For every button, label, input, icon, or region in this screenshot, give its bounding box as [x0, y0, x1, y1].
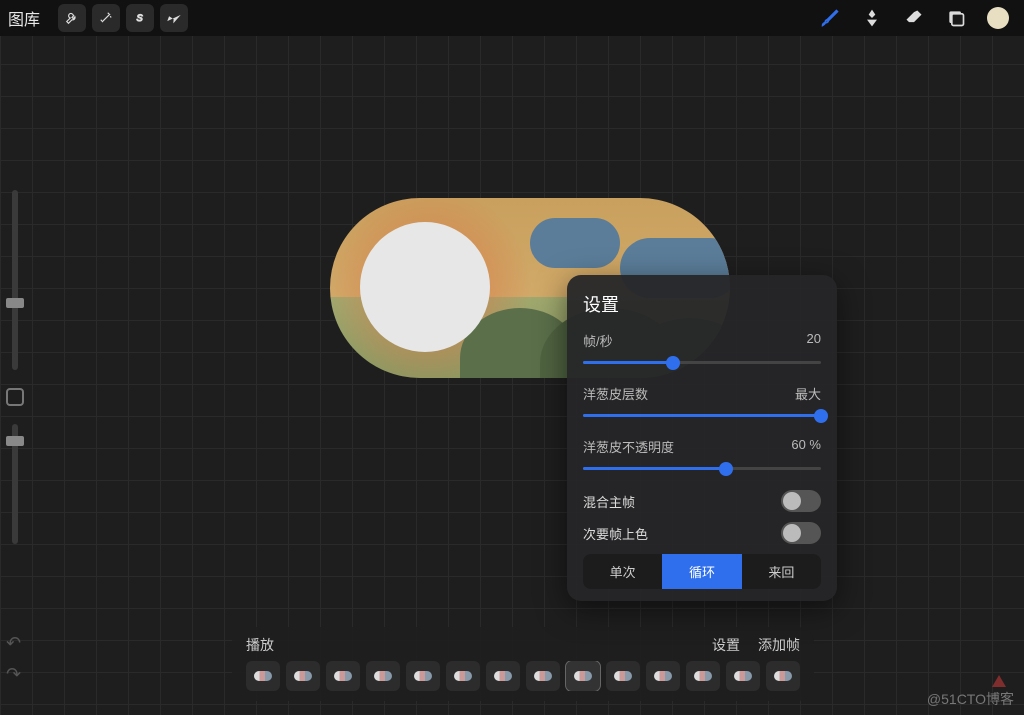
brush-icon[interactable]: [818, 6, 842, 30]
wand-icon[interactable]: [92, 4, 120, 32]
color-secondary-toggle[interactable]: [781, 522, 821, 544]
seg-loop[interactable]: 循环: [662, 554, 741, 589]
undo-redo: ↶ ↷: [6, 633, 21, 685]
frame-thumb[interactable]: [486, 661, 520, 691]
blend-primary-label: 混合主帧: [583, 492, 635, 511]
animation-settings-popover: 设置 帧/秒 20 洋葱皮层数 最大 洋葱皮不透明度 60 % 混合主帧 次要: [567, 275, 837, 601]
onion-layers-label: 洋葱皮层数: [583, 384, 648, 403]
top-toolbar: 图库 S: [0, 0, 1024, 36]
blend-primary-toggle[interactable]: [781, 490, 821, 512]
onion-opacity-value: 60 %: [791, 437, 821, 456]
svg-text:S: S: [137, 13, 144, 23]
playback-mode-segment: 单次 循环 来回: [583, 554, 821, 589]
fps-slider[interactable]: [583, 356, 821, 370]
seg-once[interactable]: 单次: [583, 554, 662, 589]
undo-icon[interactable]: ↶: [6, 633, 21, 654]
frame-thumb[interactable]: [606, 661, 640, 691]
selection-icon[interactable]: S: [126, 4, 154, 32]
eraser-icon[interactable]: [902, 6, 926, 30]
move-icon[interactable]: [160, 4, 188, 32]
popover-title: 设置: [583, 291, 821, 317]
frame-thumb[interactable]: [286, 661, 320, 691]
frame-thumb[interactable]: [686, 661, 720, 691]
timeline-settings-button[interactable]: 设置: [712, 635, 740, 655]
color-swatch[interactable]: [986, 6, 1010, 30]
smudge-icon[interactable]: [860, 6, 884, 30]
onion-layers-value: 最大: [795, 384, 821, 403]
play-button[interactable]: 播放: [246, 635, 274, 655]
frame-thumb[interactable]: [526, 661, 560, 691]
gallery-button[interactable]: 图库: [8, 6, 40, 30]
redo-icon[interactable]: ↷: [6, 664, 21, 685]
frames-strip[interactable]: [246, 661, 800, 691]
onion-opacity-slider[interactable]: [583, 462, 821, 476]
layers-icon[interactable]: [944, 6, 968, 30]
frame-thumb[interactable]: [766, 661, 800, 691]
frame-thumb[interactable]: [646, 661, 680, 691]
fps-label: 帧/秒: [583, 331, 613, 350]
seg-pingpong[interactable]: 来回: [742, 554, 821, 589]
add-frame-button[interactable]: 添加帧: [758, 635, 800, 655]
wrench-icon[interactable]: [58, 4, 86, 32]
onion-opacity-label: 洋葱皮不透明度: [583, 437, 674, 456]
watermark: @51CTO博客: [927, 689, 1014, 709]
frame-thumb[interactable]: [566, 661, 600, 691]
animation-timeline: 播放 设置 添加帧: [232, 627, 814, 701]
onion-layers-slider[interactable]: [583, 409, 821, 423]
side-panel: [0, 190, 30, 544]
brush-size-slider[interactable]: [12, 190, 18, 370]
watermark-triangle: [992, 675, 1006, 687]
color-secondary-label: 次要帧上色: [583, 524, 648, 543]
frame-thumb[interactable]: [406, 661, 440, 691]
color-picker-toggle[interactable]: [6, 388, 24, 406]
fps-value: 20: [807, 331, 821, 350]
frame-thumb[interactable]: [246, 661, 280, 691]
brush-opacity-slider[interactable]: [12, 424, 18, 544]
frame-thumb[interactable]: [726, 661, 760, 691]
frame-thumb[interactable]: [446, 661, 480, 691]
frame-thumb[interactable]: [326, 661, 360, 691]
frame-thumb[interactable]: [366, 661, 400, 691]
